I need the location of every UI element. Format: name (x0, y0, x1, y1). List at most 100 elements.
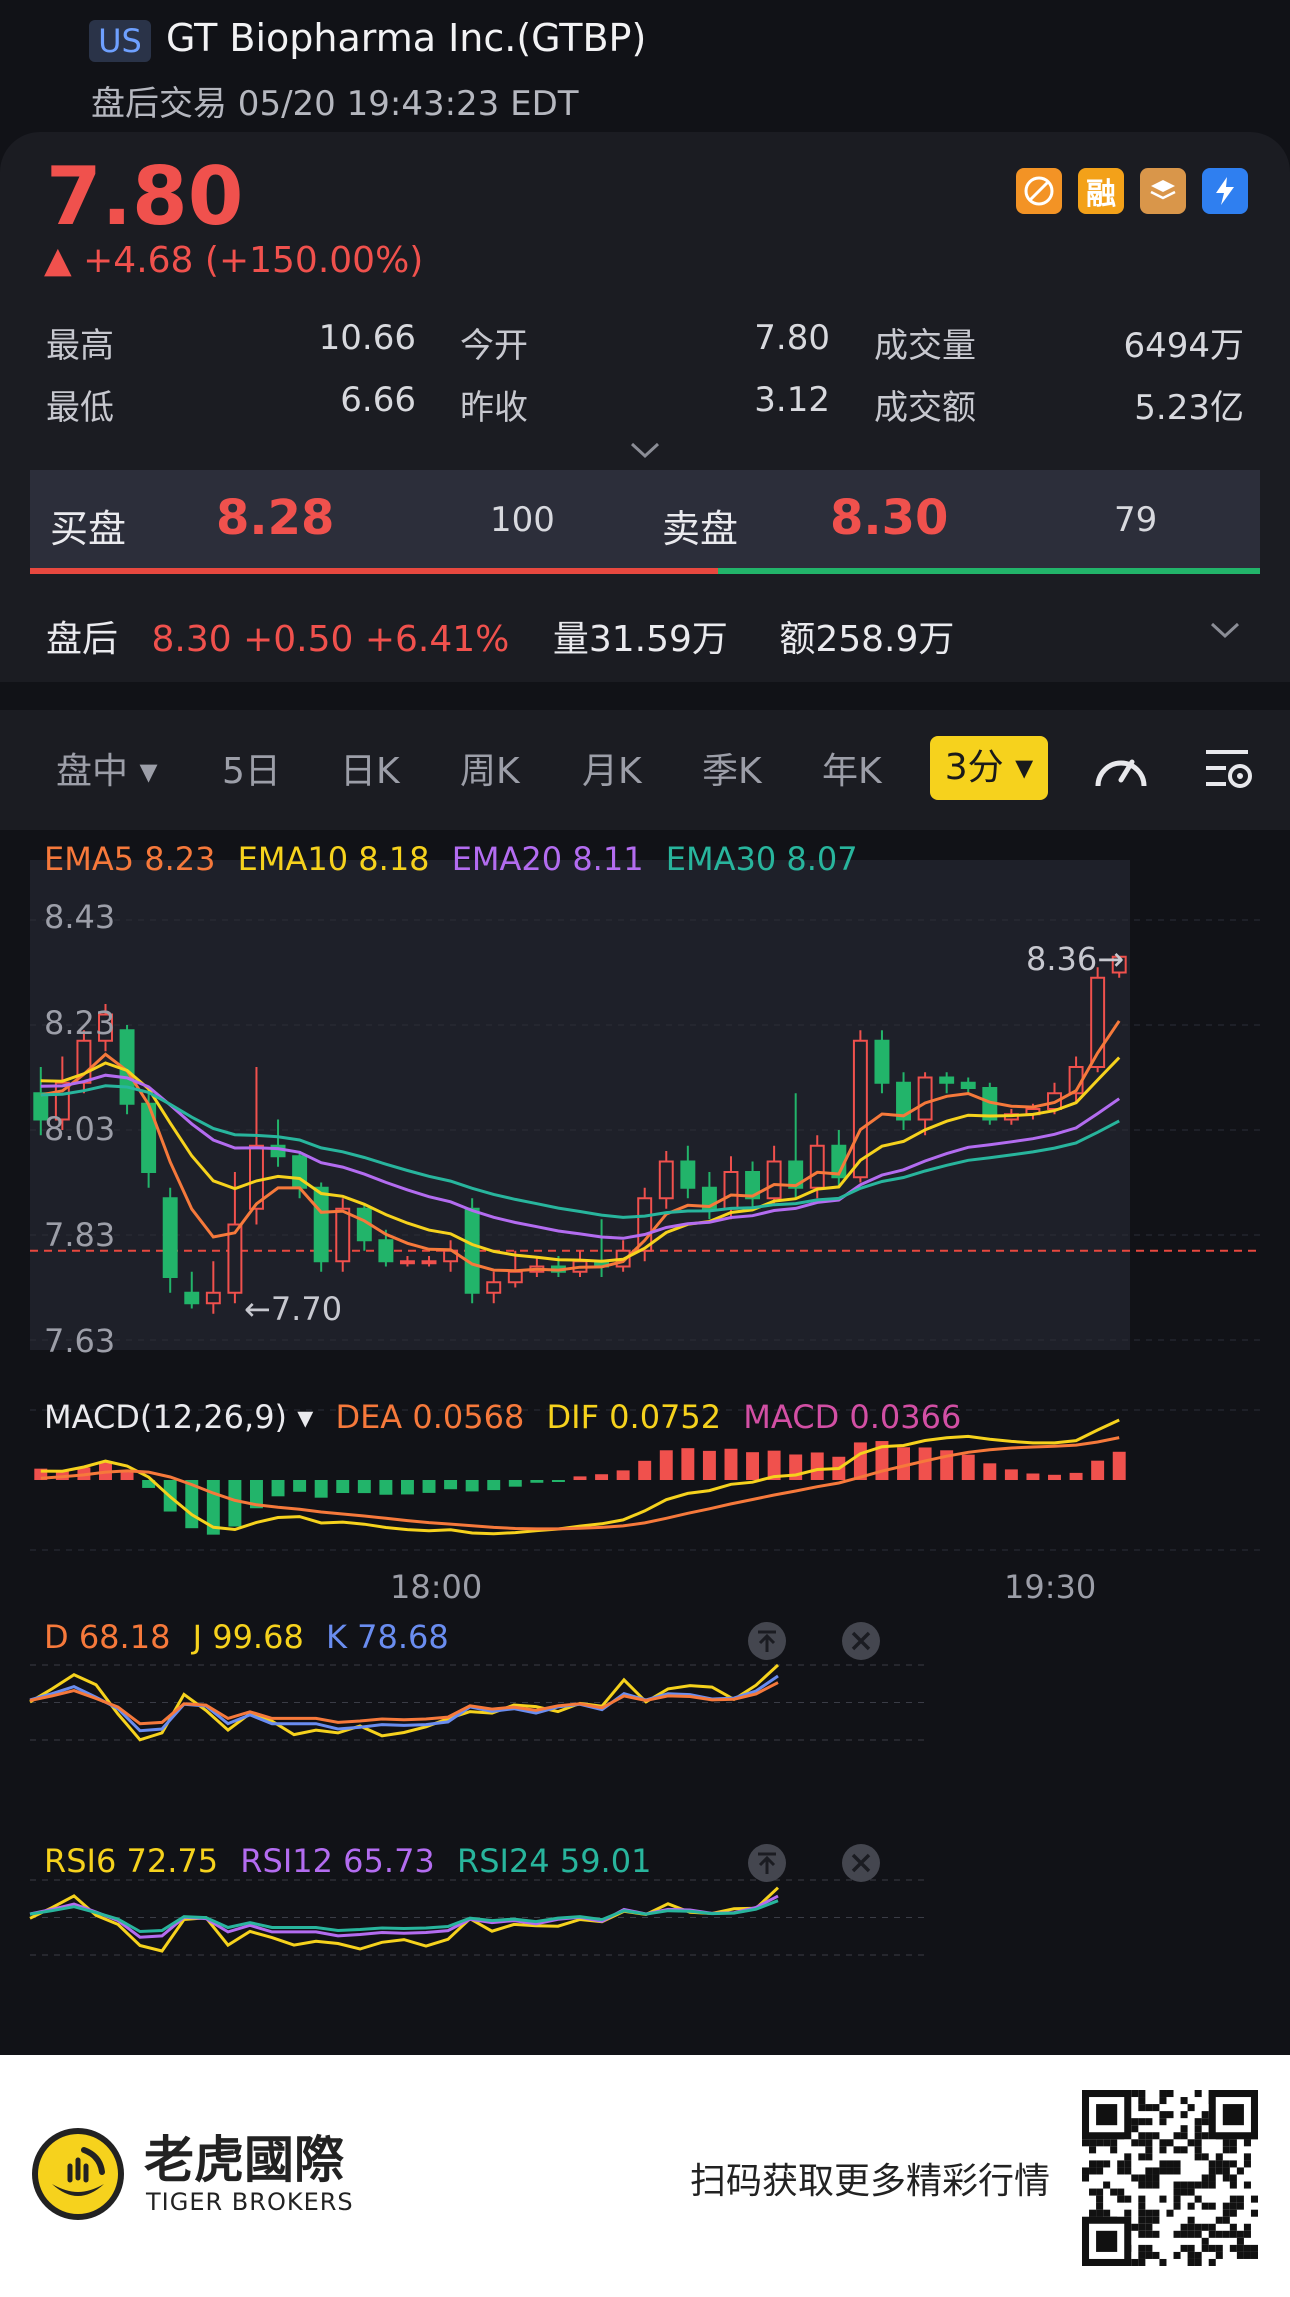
macd-bar (357, 1480, 371, 1494)
qr-module (1159, 2195, 1167, 2203)
qr-module (1145, 2118, 1153, 2126)
tab-quarterly-k[interactable]: 季K (702, 742, 762, 794)
orderbook-bar[interactable]: 买盘 8.28 100 卖盘 8.30 79 (30, 470, 1260, 570)
qr-module (1208, 2230, 1216, 2238)
candle-body (162, 1197, 178, 1278)
high-price-marker: 8.36→ (1026, 940, 1125, 978)
qr-module (1138, 2209, 1146, 2217)
tab-weekly-k[interactable]: 周K (460, 742, 520, 794)
qr-module (1166, 2167, 1174, 2175)
trading-session-time: 盘后交易 05/20 19:43:23 EDT (91, 84, 579, 124)
tab-intraday[interactable]: 盘中 ▾ (56, 742, 158, 794)
qr-module (1215, 2244, 1223, 2252)
qr-module (1201, 2202, 1209, 2210)
qr-module (1138, 2244, 1146, 2252)
tab-monthly-k[interactable]: 月K (582, 742, 642, 794)
margin-icon[interactable]: 融 (1078, 168, 1124, 214)
qr-module (1138, 2153, 1146, 2161)
qr-module (1194, 2153, 1202, 2161)
qr-module (1201, 2181, 1209, 2189)
stat-open-label: 今开 (460, 326, 528, 366)
options-icon[interactable] (1140, 168, 1186, 214)
speedometer-icon[interactable] (1092, 744, 1150, 794)
qr-module (1089, 2146, 1097, 2154)
qr-module (1187, 2216, 1195, 2224)
qr-module (1145, 2230, 1153, 2238)
y-tick-0: 8.43 (44, 898, 116, 936)
qr-module (1096, 2209, 1104, 2217)
lightning-icon[interactable] (1202, 168, 1248, 214)
qr-module (1152, 2181, 1160, 2189)
qr-module (1236, 2251, 1244, 2259)
ask-ratio-bar (718, 568, 1260, 574)
pin-top-icon[interactable] (746, 1620, 788, 1662)
tab-daily-k[interactable]: 日K (340, 742, 400, 794)
qr-module (1187, 2202, 1195, 2210)
qr-module (1117, 2188, 1125, 2196)
qr-module (1131, 2125, 1139, 2133)
qr-module (1159, 2111, 1167, 2119)
qr-module (1138, 2090, 1146, 2098)
qr-module (1138, 2132, 1146, 2140)
qr-module (1208, 2160, 1216, 2168)
y-tick-1: 8.23 (44, 1004, 116, 1042)
qr-module (1194, 2195, 1202, 2203)
macd-bar (120, 1472, 134, 1480)
qr-module (1250, 2209, 1258, 2217)
stat-high-value: 10.66 (318, 318, 416, 358)
qr-module (1194, 2132, 1202, 2140)
macd-params[interactable]: MACD(12,26,9) ▾ (44, 1398, 313, 1436)
macd-bar (1069, 1472, 1083, 1480)
qr-module (1229, 2195, 1237, 2203)
macd-bar (336, 1480, 350, 1494)
settings-list-icon[interactable] (1202, 744, 1256, 794)
qr-module (1082, 2167, 1090, 2175)
qr-module (1131, 2139, 1139, 2147)
qr-module (1110, 2188, 1118, 2196)
no-ban-icon[interactable] (1016, 168, 1062, 214)
qr-module (1201, 2118, 1209, 2126)
macd-bar (638, 1460, 652, 1480)
qr-module (1103, 2139, 1111, 2147)
qr-module (1208, 2258, 1216, 2266)
pin-top-icon[interactable] (746, 1842, 788, 1884)
qr-module (1222, 2202, 1230, 2210)
candle-body (421, 1260, 437, 1265)
qr-module (1096, 2167, 1104, 2175)
expand-chevron-icon[interactable] (628, 440, 662, 460)
kdj-d-value: D 68.18 (44, 1618, 171, 1656)
tab-yearly-k[interactable]: 年K (822, 742, 882, 794)
qr-module (1159, 2118, 1167, 2126)
candle-body (809, 1144, 825, 1189)
y-tick-2: 8.03 (44, 1110, 116, 1148)
qr-module (1138, 2139, 1146, 2147)
qr-module (1180, 2230, 1188, 2238)
macd-bar (1048, 1474, 1061, 1480)
qr-module (1236, 2230, 1244, 2238)
qr-module (1138, 2174, 1146, 2182)
macd-bar (961, 1454, 975, 1480)
qr-module (1152, 2132, 1160, 2140)
qr-module (1208, 2202, 1216, 2210)
qr-module (1236, 2195, 1244, 2203)
qr-module (1222, 2230, 1230, 2238)
tab-3min[interactable]: 3分 ▾ (930, 736, 1048, 800)
close-icon[interactable] (840, 1620, 882, 1662)
after-hours-row[interactable]: 盘后 8.30 +0.50 +6.41% 量31.59万 额258.9万 (46, 610, 954, 662)
qr-module (1145, 2251, 1153, 2259)
macd-bar (1112, 1451, 1126, 1480)
qr-module (1222, 2209, 1230, 2217)
price-change: ▲ +4.68 (+150.00%) (44, 240, 424, 281)
after-hours-label: 盘后 (46, 619, 119, 660)
tab-5day[interactable]: 5日 (222, 742, 281, 794)
after-hours-chevron-icon[interactable] (1208, 620, 1242, 642)
qr-module (1145, 2146, 1153, 2154)
qr-module (1152, 2104, 1160, 2112)
qr-module (1180, 2146, 1188, 2154)
close-icon[interactable] (840, 1842, 882, 1884)
qr-module (1159, 2167, 1167, 2175)
macd-bar (228, 1480, 242, 1527)
qr-module (1194, 2230, 1202, 2238)
qr-module (1152, 2216, 1160, 2224)
qr-module (1096, 2160, 1104, 2168)
